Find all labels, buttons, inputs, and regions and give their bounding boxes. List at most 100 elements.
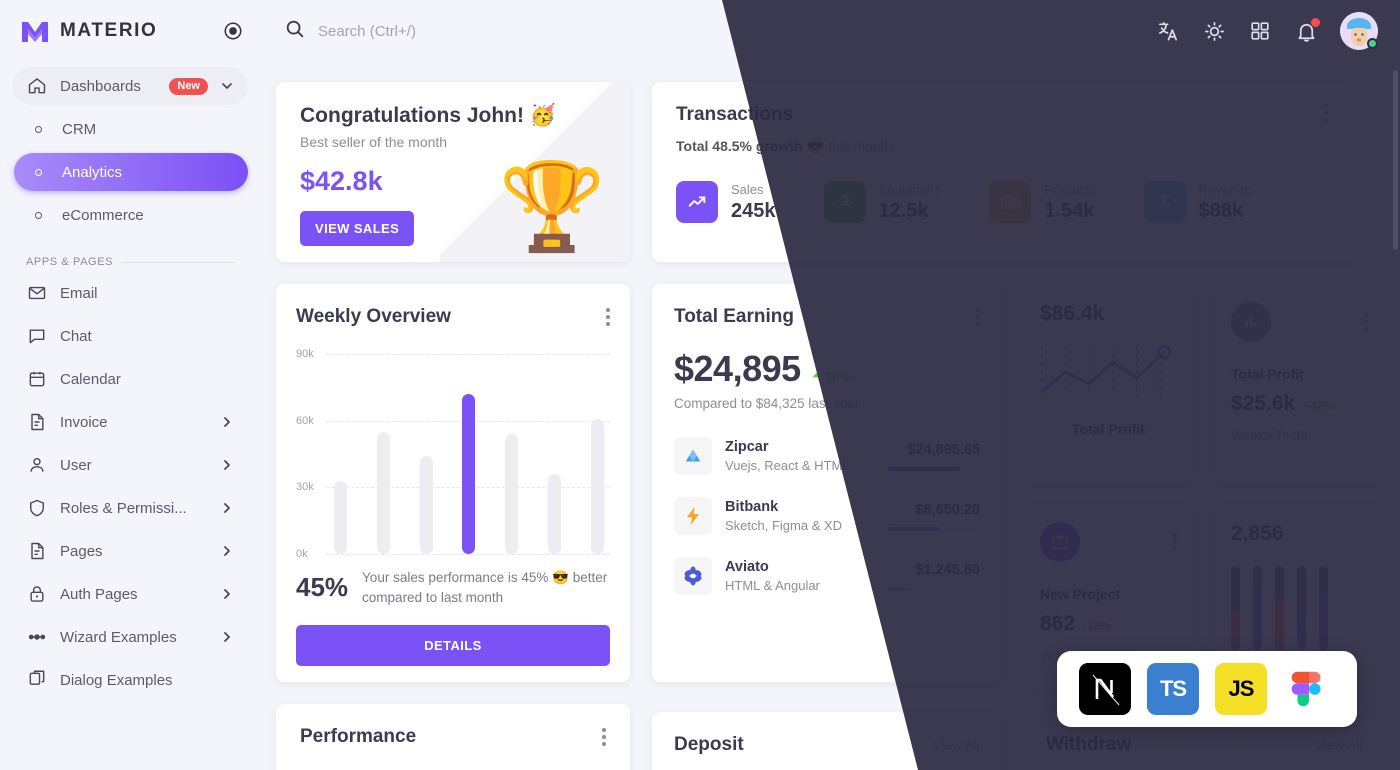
- performance-header: Performance: [300, 726, 606, 748]
- progress-track: [888, 526, 980, 531]
- item-value: $24,895.65: [907, 441, 980, 458]
- chat-icon: [26, 325, 48, 347]
- figma-logo-icon[interactable]: [1283, 663, 1335, 715]
- scrollbar-thumb[interactable]: [1393, 70, 1398, 250]
- dollar-icon: [1143, 181, 1186, 223]
- online-status-dot: [1367, 38, 1378, 49]
- chart-bar: [419, 456, 433, 554]
- bitbank-logo-icon: [674, 497, 712, 535]
- deposit-view-all-link[interactable]: View All: [933, 738, 980, 753]
- theme-toggle-icon[interactable]: [1202, 19, 1226, 43]
- radio-circle-icon[interactable]: [222, 20, 244, 42]
- deposit-header: Deposit View All: [674, 734, 980, 756]
- stat-label: Products: [1044, 181, 1096, 197]
- sidebar-item-email[interactable]: Email: [12, 274, 248, 312]
- stat-products: Products 1.54k: [989, 181, 1096, 223]
- view-sales-button[interactable]: VIEW SALES: [300, 211, 415, 246]
- chart-bar: [1319, 566, 1328, 650]
- sidebar-item-label: Wizard Examples: [60, 628, 177, 646]
- sidebar: MATERIO Dashboards New CRM Analytics eCo…: [0, 0, 260, 770]
- sidebar-item-invoice[interactable]: Invoice: [12, 403, 248, 441]
- total-earning-amount-row: $24,895 10%: [674, 348, 980, 390]
- sidebar-item-label: Calendar: [60, 370, 121, 388]
- chart-bar: [1231, 566, 1240, 650]
- more-vertical-icon[interactable]: [976, 308, 980, 326]
- total-earning-delta: 10%: [811, 369, 851, 384]
- sidebar-item-ecommerce[interactable]: eCommerce: [14, 196, 248, 234]
- withdraw-view-all-link[interactable]: View All: [1315, 738, 1362, 753]
- topbar-icons: [1156, 12, 1378, 50]
- performance-description: Your sales performance is 45% 😎 better c…: [362, 570, 608, 605]
- dashboard-submenu: CRM Analytics eCommerce: [12, 110, 248, 234]
- more-vertical-icon[interactable]: [1364, 313, 1368, 331]
- item-name: Aviato: [725, 559, 769, 575]
- calendar-icon: [26, 368, 48, 390]
- item-desc: Sketch, Figma & XD: [725, 518, 843, 533]
- transactions-subtitle: Total 48.5% growth 😎 this month: [676, 138, 1328, 155]
- y-tick-label: 90k: [296, 348, 314, 360]
- weekly-overview-header: Weekly Overview: [296, 306, 610, 328]
- search-icon: [284, 18, 306, 45]
- more-vertical-icon[interactable]: [1173, 533, 1177, 551]
- card-title: Weekly Overview: [296, 306, 451, 327]
- translate-icon[interactable]: [1156, 19, 1180, 43]
- list-item[interactable]: Aviato HTML & Angular $1,245.80: [674, 557, 980, 595]
- user-avatar[interactable]: [1340, 12, 1378, 50]
- chart-bars: [334, 354, 604, 554]
- y-tick-label: 30k: [296, 481, 314, 494]
- page-icon: [26, 540, 48, 562]
- sidebar-item-crm[interactable]: CRM: [14, 110, 248, 148]
- item-name: Zipcar: [725, 439, 769, 455]
- chevron-right-icon: [220, 544, 234, 558]
- item-value: $8,650.20: [915, 501, 980, 518]
- sidebar-item-wizard-examples[interactable]: Wizard Examples: [12, 618, 248, 656]
- sidebar-item-roles-permissions[interactable]: Roles & Permissi...: [12, 489, 248, 527]
- sidebar-item-label: Chat: [60, 327, 92, 345]
- list-item[interactable]: Zipcar Vuejs, React & HTML $24,895.65: [674, 437, 980, 475]
- section-label: APPS & PAGES: [26, 256, 114, 268]
- new-badge: New: [169, 77, 208, 95]
- details-button[interactable]: DETAILS: [296, 625, 610, 667]
- transactions-header: Transactions: [676, 104, 1328, 126]
- stat-value: 1.54k: [1044, 199, 1095, 222]
- nextjs-logo-icon[interactable]: [1079, 663, 1131, 715]
- transactions-stats: Sales 245k Customers 12.5k Products 1.54…: [676, 181, 1328, 223]
- sidebar-item-dashboards[interactable]: Dashboards New: [12, 67, 248, 105]
- transactions-card: Transactions Total 48.5% growth 😎 this m…: [652, 82, 1352, 262]
- home-icon: [26, 75, 48, 97]
- stat-value: 12.5k: [878, 199, 929, 222]
- card-title: Transactions: [676, 104, 794, 125]
- stat-customers: Customers 12.5k: [823, 181, 941, 223]
- typescript-logo-icon[interactable]: TS: [1147, 663, 1199, 715]
- sidebar-item-calendar[interactable]: Calendar: [12, 360, 248, 398]
- section-header-apps-pages: APPS & PAGES: [26, 256, 234, 268]
- more-vertical-icon[interactable]: [606, 308, 610, 326]
- progress-track: [888, 466, 980, 471]
- more-vertical-icon[interactable]: [602, 728, 606, 746]
- search-box[interactable]: [284, 18, 1156, 45]
- sidebar-item-user[interactable]: User: [12, 446, 248, 484]
- sessions-bar-chart: [1231, 566, 1368, 650]
- sidebar-item-analytics[interactable]: Analytics: [14, 153, 248, 191]
- growth-emoji: 😎: [806, 138, 824, 154]
- sidebar-item-chat[interactable]: Chat: [12, 317, 248, 355]
- notifications-icon[interactable]: [1294, 18, 1320, 43]
- sidebar-item-label: Auth Pages: [60, 585, 138, 603]
- javascript-logo-icon[interactable]: JS: [1215, 663, 1267, 715]
- sidebar-item-dialog-examples[interactable]: Dialog Examples: [12, 661, 248, 699]
- weekly-profit-value-row: $25.6k +42%: [1231, 392, 1368, 416]
- search-input[interactable]: [318, 22, 658, 40]
- chevron-right-icon: [220, 458, 234, 472]
- more-vertical-icon[interactable]: [1324, 104, 1328, 122]
- item-value-block: $8,650.20: [888, 502, 980, 531]
- mini-cards-column: $86.4k Total Profit Total Profit $25.6k …: [1024, 284, 1384, 690]
- chart-bar: [1297, 566, 1306, 650]
- sidebar-item-pages[interactable]: Pages: [12, 532, 248, 570]
- sidebar-item-auth-pages[interactable]: Auth Pages: [12, 575, 248, 613]
- chevron-right-icon: [220, 501, 234, 515]
- list-item[interactable]: Bitbank Sketch, Figma & XD $8,650.20: [674, 497, 980, 535]
- materio-logo-icon: [20, 18, 50, 44]
- zipcar-logo-icon: [674, 437, 712, 475]
- wizard-icon: [26, 626, 48, 648]
- shortcuts-icon[interactable]: [1248, 19, 1272, 43]
